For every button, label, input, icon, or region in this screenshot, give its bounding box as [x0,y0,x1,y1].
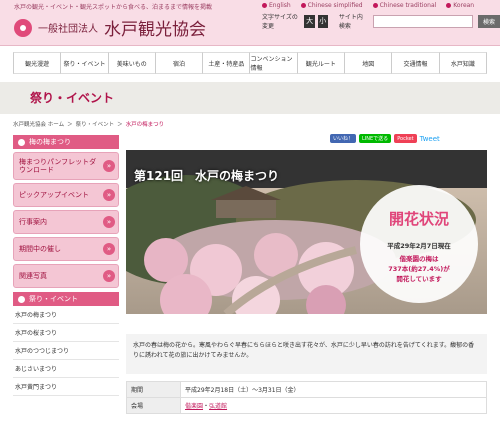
org-prefix: 一般社団法人 [38,24,98,35]
site-search-label: サイト内検索 [338,14,363,30]
facebook-like-button[interactable]: いいね！ [330,134,357,143]
sidebar-link-azalea[interactable]: 水戸のつつじまつり [13,342,119,360]
bullet-icon [372,3,378,8]
nav-transport[interactable]: 交通情報 [391,52,439,74]
lang-korean[interactable]: Korean [446,2,474,9]
arrow-right-icon: » [103,189,115,201]
nav-routes[interactable]: 観光ルート [296,52,345,74]
org-name: 水戸観光協会 [104,20,206,40]
nav-convention[interactable]: コンベンション情報 [249,52,297,74]
tools-row: 文字サイズの変更 大 小 サイト内検索 検索 [262,12,500,30]
sidebar-button-events-during[interactable]: 期間中の催し » [13,237,119,261]
hero-banner: 第121回 水戸の梅まつり 開花状況 平成29年2月7日現在 偕楽園の梅は 73… [126,150,487,314]
nav-stay[interactable]: 宿泊 [154,52,203,74]
lang-chinese-simplified[interactable]: Chinese simplified [300,2,363,9]
sidebar-link-plum[interactable]: 水戸の梅まつり [13,306,119,324]
nav-knowledge[interactable]: 水戸知識 [438,52,487,74]
bullet-icon [446,3,452,8]
sidebar-link-komon[interactable]: 水戸黄門まつり [13,378,119,396]
language-links: English Chinese simplified Chinese tradi… [262,2,474,9]
nav-map[interactable]: 地図 [344,52,392,74]
table-row: 会場 偕楽園・弘道館 [126,397,487,414]
event-info-table: 期間 平成29年2月18日（土）～3月31日（金） 会場 偕楽園・弘道館 [126,381,487,414]
breadcrumb: 水戸観光協会 ホーム ＞ 祭り・イベント ＞ 水戸の梅まつり [13,120,164,128]
breadcrumb-current: 水戸の梅まつり [125,122,165,128]
bloom-status-date: 平成29年2月7日現在 [387,242,451,250]
breadcrumb-home[interactable]: 水戸観光協会 ホーム [13,120,64,128]
sidebar-button-pickup[interactable]: ピックアップイベント » [13,183,119,207]
sidebar-header-events: 祭り・イベント [13,292,119,306]
social-buttons: いいね！ LINEで送る Pocket Tweet [330,134,440,143]
period-label: 期間 [126,381,181,398]
venue-value: 偕楽園・弘道館 [180,397,487,414]
search-button[interactable]: 検索 [478,14,500,28]
venue-label: 会場 [126,397,181,414]
arrow-right-icon: » [103,270,115,282]
page-title: 祭り・イベント [30,91,115,105]
lang-english[interactable]: English [262,2,291,9]
arrow-right-icon: » [103,216,115,228]
nav-sightseeing[interactable]: 観光漫遊 [13,52,61,74]
arrow-right-icon: » [103,160,115,172]
venue-kodokan-link[interactable]: 弘道館 [209,403,227,410]
bullet-icon [300,3,306,8]
sidebar-header-plum: 梅の梅まつり [13,135,119,149]
period-value: 平成29年2月18日（土）～3月31日（金） [180,381,487,398]
venue-kairakuen-link[interactable]: 偕楽園 [185,403,203,410]
site-header: 水戸の観光・イベント・観光スポットから食べる、泊まるまで情報を掲載 一般社団法人… [0,0,500,46]
bloom-status-title: 開花状況 [388,210,449,228]
nav-souvenirs[interactable]: 土産・特産品 [202,52,250,74]
breadcrumb-parent[interactable]: 祭り・イベント [76,120,115,128]
nav-events[interactable]: 祭り・イベント [60,52,108,74]
sidebar-link-hydrangea[interactable]: あじさいまつり [13,360,119,378]
site-logo[interactable]: 一般社団法人 水戸観光協会 [14,15,206,40]
pocket-button[interactable]: Pocket [394,134,417,143]
font-large-button[interactable]: 大 [304,14,315,28]
global-nav: 観光漫遊 祭り・イベント 美味いもの 宿泊 土産・特産品 コンベンション情報 観… [13,52,487,74]
sidebar: 梅の梅まつり 梅まつりパンフレットダウンロード » ピックアップイベント » 行… [13,135,119,396]
bullet-icon [262,3,267,8]
breadcrumb-separator: ＞ [67,122,73,128]
sidebar-link-sakura[interactable]: 水戸の桜まつり [13,324,119,342]
font-small-button[interactable]: 小 [317,14,328,28]
arrow-right-icon: » [103,243,115,255]
line-share-button[interactable]: LINEで送る [359,134,392,143]
font-size-label: 文字サイズの変更 [262,14,298,30]
tweet-button[interactable]: Tweet [420,135,440,143]
breadcrumb-separator: ＞ [117,122,123,128]
site-tagline: 水戸の観光・イベント・観光スポットから食べる、泊まるまで情報を掲載 [14,4,213,11]
intro-text: 水戸の春は梅の花から。寒風やわらぐ早春にちらほらと咲き出す花々が、水戸に少し早い… [126,334,487,374]
table-row: 期間 平成29年2月18日（土）～3月31日（金） [126,381,487,398]
plum-logo-icon [14,18,32,37]
hero-title: 第121回 水戸の梅まつり [134,169,280,183]
sidebar-button-schedule[interactable]: 行事案内 » [13,210,119,234]
flower-icon [18,138,25,146]
flower-icon [18,295,25,303]
lang-chinese-traditional[interactable]: Chinese traditional [372,2,436,9]
sidebar-button-pamphlet[interactable]: 梅まつりパンフレットダウンロード » [13,152,119,180]
search-input[interactable] [373,14,474,28]
sidebar-button-photos[interactable]: 関連写真 » [13,264,119,288]
bloom-status-detail: 偕楽園の梅は 737本(約27.4%)が 開花しています [388,255,450,283]
nav-food[interactable]: 美味いもの [107,52,155,74]
